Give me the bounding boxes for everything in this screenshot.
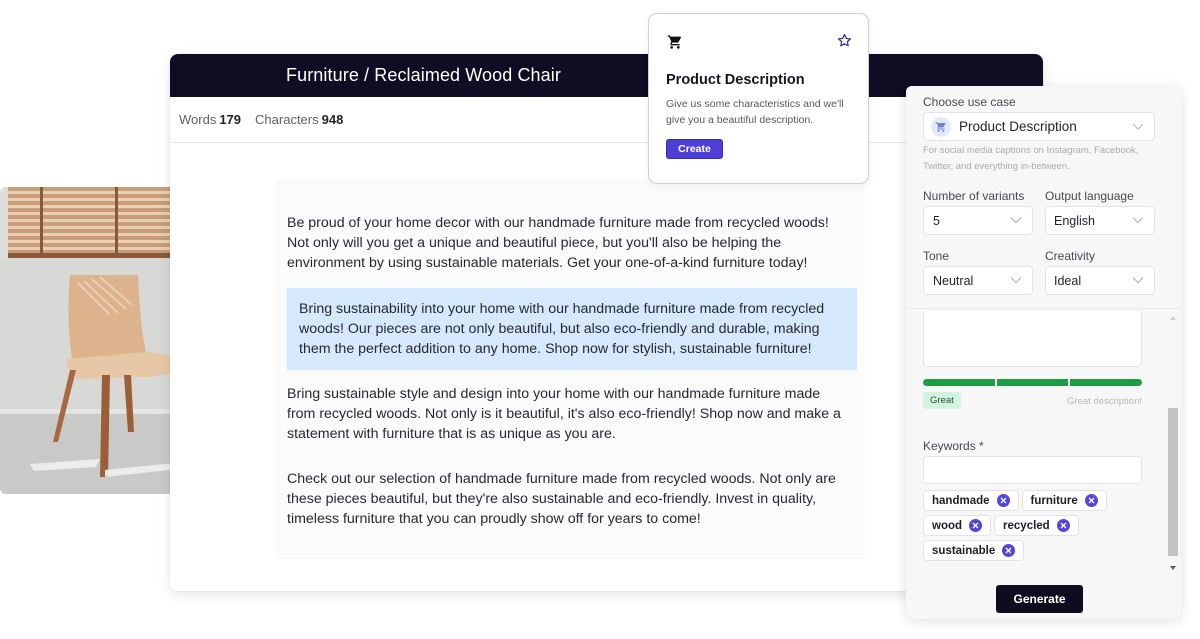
remove-circle-icon[interactable] bbox=[996, 494, 1010, 507]
generate-button[interactable]: Generate bbox=[996, 585, 1083, 613]
character-count-label: Characters bbox=[255, 112, 319, 127]
creativity-select[interactable]: Ideal bbox=[1045, 266, 1155, 295]
keywords-label: Keywords * bbox=[923, 439, 984, 453]
template-description: Give us some characteristics and we'll g… bbox=[666, 98, 844, 126]
remove-circle-icon[interactable] bbox=[1084, 494, 1098, 507]
variant-item[interactable]: Bring sustainable style and design into … bbox=[275, 384, 857, 444]
keyword-chips: handmade furniture wood recycled sustain… bbox=[923, 490, 1145, 561]
scrollbar-thumb[interactable] bbox=[1168, 408, 1178, 556]
variants-count-value: 5 bbox=[933, 213, 940, 228]
word-count-value: 179 bbox=[219, 112, 242, 127]
variants-list: Be proud of your home decor with our han… bbox=[275, 179, 865, 559]
remove-circle-icon[interactable] bbox=[1056, 519, 1070, 532]
variants-count-label: Number of variants bbox=[923, 189, 1025, 203]
favorite-star-icon[interactable] bbox=[837, 33, 852, 53]
character-count-value: 948 bbox=[321, 112, 344, 127]
keyword-chip-label: sustainable bbox=[932, 544, 996, 557]
keyword-chip: sustainable bbox=[923, 540, 1025, 561]
word-count: Words 179 bbox=[179, 112, 241, 127]
keyword-chip: handmade bbox=[923, 490, 1019, 511]
panel-scrollbar[interactable] bbox=[1168, 314, 1178, 570]
keyword-chip-label: furniture bbox=[1030, 494, 1078, 507]
quality-message: Great description! bbox=[1067, 396, 1142, 407]
variant-item-selected[interactable]: Bring sustainability into your home with… bbox=[287, 288, 857, 370]
word-count-label: Words bbox=[179, 112, 217, 127]
tone-label: Tone bbox=[923, 249, 950, 263]
keyword-chip: recycled bbox=[994, 515, 1079, 536]
tone-value: Neutral bbox=[933, 273, 974, 288]
tone-select[interactable]: Neutral bbox=[923, 266, 1033, 295]
keyword-chip: furniture bbox=[1021, 490, 1107, 511]
description-textarea[interactable] bbox=[923, 311, 1142, 367]
variants-count-select[interactable]: 5 bbox=[923, 206, 1033, 235]
variant-item[interactable]: Check out our selection of handmade furn… bbox=[275, 469, 857, 529]
keyword-chip-label: recycled bbox=[1003, 519, 1050, 532]
chevron-down-icon bbox=[1132, 272, 1144, 286]
keyword-chip-label: wood bbox=[932, 519, 963, 532]
use-case-label: Choose use case bbox=[923, 95, 1016, 109]
creativity-value: Ideal bbox=[1054, 273, 1082, 288]
quality-meter bbox=[923, 379, 1143, 386]
quality-segment bbox=[1070, 379, 1143, 386]
variant-item[interactable]: Be proud of your home decor with our han… bbox=[275, 213, 857, 273]
output-language-select[interactable]: English bbox=[1045, 206, 1155, 235]
remove-circle-icon[interactable] bbox=[1002, 544, 1016, 557]
scroll-down-arrow-icon[interactable] bbox=[1170, 566, 1176, 570]
output-language-label: Output language bbox=[1045, 189, 1134, 203]
use-case-hint: For social media captions on Instagram, … bbox=[923, 145, 1139, 172]
use-case-value: Product Description bbox=[959, 119, 1077, 134]
shopping-cart-icon bbox=[931, 116, 951, 137]
settings-panel-header: Choose use case Product Description For … bbox=[906, 86, 1181, 309]
remove-circle-icon[interactable] bbox=[969, 519, 983, 532]
template-title: Product Description bbox=[666, 72, 805, 88]
template-card-product-description[interactable]: Product Description Give us some charact… bbox=[648, 13, 869, 184]
quality-badge: Great bbox=[923, 392, 961, 409]
breadcrumb-title: Furniture / Reclaimed Wood Chair bbox=[286, 65, 561, 85]
chevron-down-icon bbox=[1132, 212, 1144, 226]
keyword-chip: wood bbox=[923, 515, 992, 536]
quality-segment bbox=[923, 379, 995, 386]
chevron-down-icon bbox=[1010, 212, 1022, 226]
character-count: Characters 948 bbox=[255, 112, 343, 127]
keywords-input[interactable] bbox=[923, 456, 1142, 484]
output-language-value: English bbox=[1054, 213, 1095, 228]
creativity-label: Creativity bbox=[1045, 249, 1096, 263]
create-button[interactable]: Create bbox=[666, 139, 723, 159]
keyword-chip-label: handmade bbox=[932, 494, 990, 507]
shopping-cart-icon bbox=[667, 34, 683, 55]
chevron-down-icon bbox=[1132, 118, 1144, 133]
settings-panel: Choose use case Product Description For … bbox=[906, 86, 1181, 619]
use-case-select[interactable]: Product Description bbox=[923, 112, 1155, 141]
chevron-down-icon bbox=[1010, 272, 1022, 286]
quality-segment bbox=[996, 379, 1069, 386]
scroll-up-arrow-icon[interactable] bbox=[1170, 316, 1176, 320]
